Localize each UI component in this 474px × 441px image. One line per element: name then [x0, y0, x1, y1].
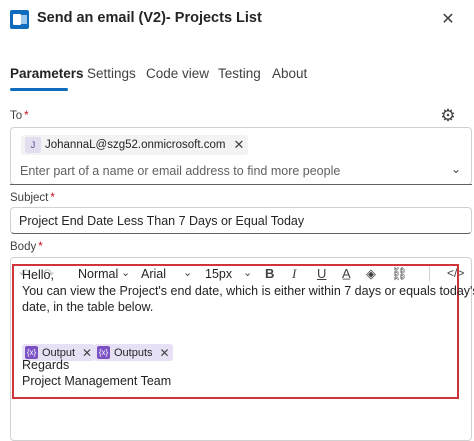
expression-icon: {x} — [97, 346, 110, 359]
body-label: Body * — [10, 241, 43, 253]
avatar: J — [25, 137, 41, 153]
to-field-underline — [10, 184, 472, 185]
dynamic-content-token[interactable]: {x} Outputs ✕ — [94, 344, 173, 361]
tab-parameters[interactable]: Parameters — [10, 66, 84, 81]
remove-recipient-icon[interactable]: ✕ — [233, 137, 244, 153]
active-tab-indicator — [10, 88, 68, 91]
close-button[interactable]: ✕ — [436, 8, 460, 32]
tab-code-view[interactable]: Code view — [146, 66, 209, 81]
body-line: date, in the table below. — [22, 300, 154, 314]
gear-icon[interactable]: ⚙ — [438, 106, 458, 126]
action-title[interactable]: Send an email (V2)- Projects List — [37, 10, 262, 26]
token-label: Output — [42, 346, 76, 359]
body-editor[interactable]: Hello, You can view the Project's end da… — [12, 264, 474, 399]
remove-token-icon[interactable]: ✕ — [82, 346, 92, 360]
to-label: To * — [10, 110, 29, 122]
recipient-chip: J JohannaL@szg52.onmicrosoft.com ✕ — [21, 135, 249, 155]
tab-about[interactable]: About — [272, 66, 307, 81]
remove-token-icon[interactable]: ✕ — [160, 346, 170, 360]
subject-label: Subject * — [10, 192, 55, 204]
token-label: Outputs — [114, 346, 153, 359]
body-line: Project Management Team — [22, 374, 172, 388]
tab-testing[interactable]: Testing — [218, 66, 261, 81]
panel-header: Send an email (V2)- Projects List ✕ — [0, 0, 474, 48]
body-line: Regards — [22, 358, 70, 372]
tab-bar: Parameters Settings Code view Testing Ab… — [0, 62, 474, 92]
body-line: You can view the Project's end date, whi… — [22, 284, 474, 298]
outlook-icon — [10, 10, 29, 29]
subject-input[interactable]: Project End Date Less Than 7 Days or Equ… — [19, 214, 304, 228]
tab-settings[interactable]: Settings — [87, 66, 136, 81]
subject-field[interactable]: Project End Date Less Than 7 Days or Equ… — [10, 207, 472, 234]
to-field[interactable]: J JohannaL@szg52.onmicrosoft.com ✕ Enter… — [10, 127, 472, 185]
to-input[interactable]: Enter part of a name or email address to… — [20, 164, 340, 178]
body-line: Hello, — [22, 268, 54, 282]
chevron-down-icon[interactable]: ⌄ — [451, 162, 461, 176]
recipient-email: JohannaL@szg52.onmicrosoft.com — [45, 139, 226, 151]
